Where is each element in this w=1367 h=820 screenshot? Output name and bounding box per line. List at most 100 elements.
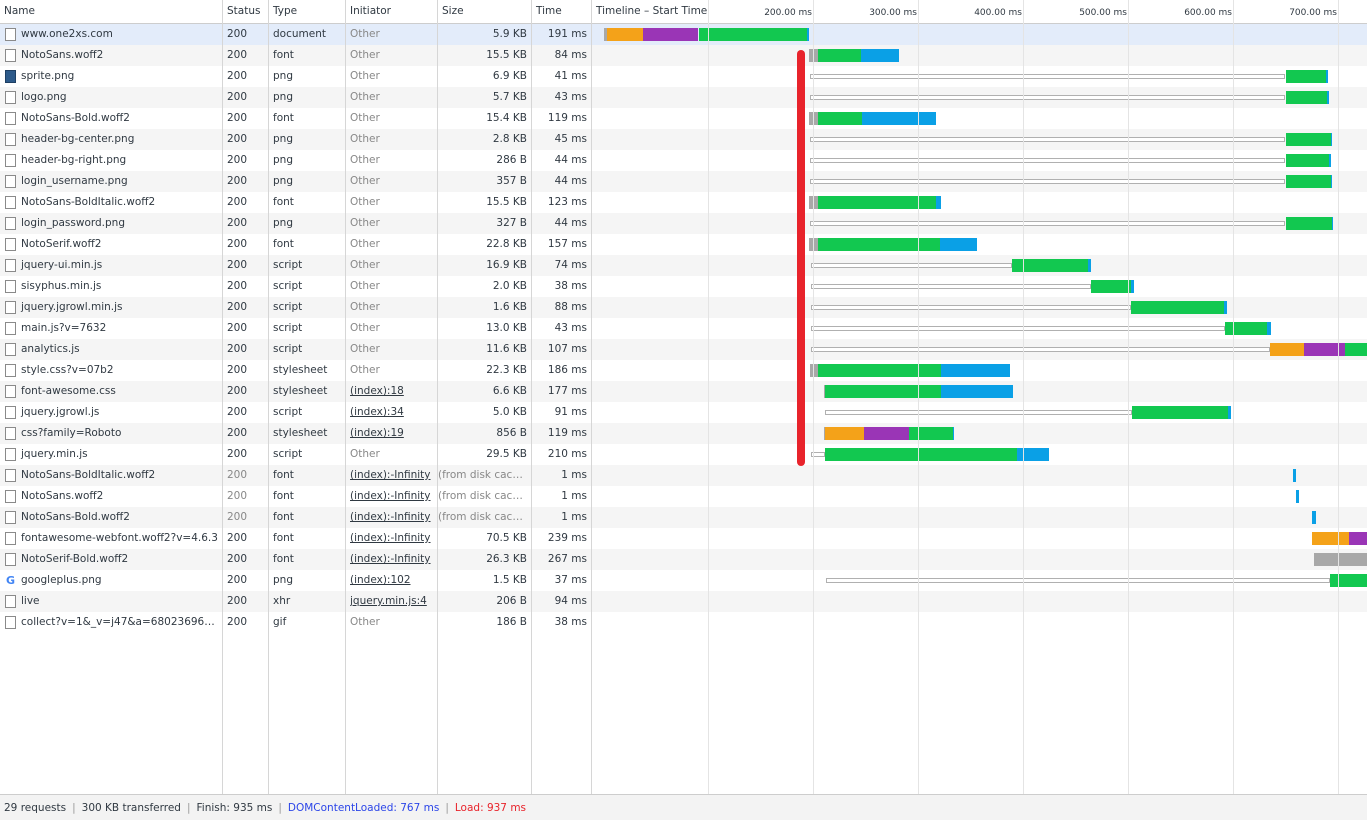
table-row[interactable]: NotoSerif.woff2 200 font Other 22.8 KB 157 ms (0, 234, 1367, 255)
column-header-type[interactable]: Type (269, 0, 345, 23)
waterfall-bar[interactable] (0, 591, 1367, 612)
column-header-name[interactable]: Name (0, 0, 222, 23)
timeline-gridline (813, 0, 814, 794)
table-row[interactable]: logo.png 200 png Other 5.7 KB 43 ms (0, 87, 1367, 108)
waterfall-dl-segment (940, 238, 977, 251)
waterfall-queue-segment (811, 284, 1091, 289)
column-header-initiator[interactable]: Initiator (346, 0, 437, 23)
waterfall-bar[interactable] (0, 339, 1367, 360)
column-header-status[interactable]: Status (223, 0, 268, 23)
table-row[interactable]: jquery.min.js 200 script Other 29.5 KB 210 ms (0, 444, 1367, 465)
waterfall-bar[interactable] (0, 297, 1367, 318)
waterfall-dl-segment (1329, 154, 1331, 167)
waterfall-bar[interactable] (0, 528, 1367, 549)
waterfall-bar[interactable] (0, 486, 1367, 507)
waterfall-ttfb-segment (818, 112, 862, 125)
waterfall-bar[interactable] (0, 255, 1367, 276)
waterfall-bar[interactable] (0, 192, 1367, 213)
waterfall-bar[interactable] (0, 549, 1367, 570)
table-row[interactable]: css?family=Roboto 200 stylesheet (index):19… (0, 423, 1367, 444)
waterfall-bar[interactable] (0, 612, 1367, 633)
waterfall-bar[interactable] (0, 276, 1367, 297)
waterfall-bar[interactable] (0, 444, 1367, 465)
waterfall-dl-segment (861, 49, 899, 62)
waterfall-bar[interactable] (0, 108, 1367, 129)
table-row[interactable]: NotoSans.woff2 200 font (index):-Infinity (f… (0, 486, 1367, 507)
timeline-gridline (1128, 0, 1129, 794)
waterfall-bar[interactable] (0, 45, 1367, 66)
waterfall-dl-segment (1017, 448, 1049, 461)
column-header-size[interactable]: Size (438, 0, 531, 23)
waterfall-bar[interactable] (0, 381, 1367, 402)
waterfall-bar[interactable] (0, 150, 1367, 171)
timeline-gridline (1338, 0, 1339, 794)
waterfall-bar[interactable] (0, 213, 1367, 234)
waterfall-dl-segment (936, 196, 941, 209)
table-row[interactable]: Ggoogleplus.png 200 png (index):102 1.5 KB 37… (0, 570, 1367, 591)
table-row[interactable]: login_password.png 200 png Other 327 B 44 ms (0, 213, 1367, 234)
waterfall-dl-segment (1293, 469, 1296, 482)
waterfall-bar[interactable] (0, 87, 1367, 108)
waterfall-bar[interactable] (0, 234, 1367, 255)
network-table-header: Name Status Type Initiator Size Time Tim… (0, 0, 1367, 24)
table-row[interactable]: header-bg-center.png 200 png Other 2.8 KB 45 … (0, 129, 1367, 150)
table-row[interactable]: NotoSans-BoldItalic.woff2 200 font (index):… (0, 465, 1367, 486)
table-row[interactable]: analytics.js 200 script Other 11.6 KB 107 ms (0, 339, 1367, 360)
column-divider (222, 0, 223, 794)
table-row[interactable]: NotoSans-Bold.woff2 200 font Other 15.4 KB 11… (0, 108, 1367, 129)
table-row[interactable]: NotoSans-Bold.woff2 200 font (index):-Infin… (0, 507, 1367, 528)
table-row[interactable]: jquery-ui.min.js 200 script Other 16.9 KB 74 … (0, 255, 1367, 276)
waterfall-dl-segment (807, 28, 809, 41)
waterfall-bar[interactable] (0, 507, 1367, 528)
network-panel: Name Status Type Initiator Size Time Tim… (0, 0, 1367, 794)
summary-domcontentloaded: DOMContentLoaded: 767 ms (287, 802, 440, 814)
table-row[interactable]: NotoSans.woff2 200 font Other 15.5 KB 84 ms (0, 45, 1367, 66)
table-row[interactable]: sisyphus.min.js 200 script Other 2.0 KB 38 ms (0, 276, 1367, 297)
waterfall-dl-segment (1296, 490, 1299, 503)
table-row[interactable]: fontawesome-webfont.woff2?v=4.6.3 200 font… (0, 528, 1367, 549)
waterfall-bar[interactable] (0, 66, 1367, 87)
waterfall-bar[interactable] (0, 570, 1367, 591)
waterfall-dns-segment (825, 427, 864, 440)
timeline-gridline (1233, 0, 1234, 794)
table-row[interactable]: login_username.png 200 png Other 357 B 44 ms (0, 171, 1367, 192)
waterfall-dl-segment (1326, 70, 1328, 83)
waterfall-dl-segment (941, 385, 1013, 398)
table-row[interactable]: header-bg-right.png 200 png Other 286 B 44 ms (0, 150, 1367, 171)
column-header-time[interactable]: Time (532, 0, 591, 23)
waterfall-ttfb-segment (1131, 301, 1224, 314)
waterfall-ttfb-segment (818, 364, 941, 377)
table-row[interactable]: jquery.jgrowl.min.js 200 script Other 1.6 KB… (0, 297, 1367, 318)
waterfall-bar[interactable] (0, 24, 1367, 45)
waterfall-ssl-segment (864, 427, 909, 440)
waterfall-ttfb-segment (699, 28, 807, 41)
waterfall-dl-segment (1332, 217, 1333, 230)
table-row[interactable]: collect?v=1&_v=j47&a=680236966&t... 200 gi… (0, 612, 1367, 633)
table-row[interactable]: live 200 xhr jquery.min.js:4 206 B 94 ms (0, 591, 1367, 612)
timeline-gridline (708, 0, 709, 794)
column-header-timeline[interactable]: Timeline – Start Time (592, 0, 712, 23)
table-row[interactable]: sprite.png 200 png Other 6.9 KB 41 ms (0, 66, 1367, 87)
waterfall-bar[interactable] (0, 465, 1367, 486)
waterfall-queue-segment (811, 305, 1131, 310)
timeline-tick-label: 700.00 ms (1289, 8, 1337, 18)
waterfall-queue-segment (810, 137, 1285, 142)
table-row[interactable]: style.css?v=07b2 200 stylesheet Other 22.3 K… (0, 360, 1367, 381)
timeline-tick-label: 300.00 ms (869, 8, 917, 18)
table-row[interactable]: www.one2xs.com 200 document Other 5.9 KB 191 … (0, 24, 1367, 45)
waterfall-bar[interactable] (0, 171, 1367, 192)
timeline-gridline (1023, 0, 1024, 794)
waterfall-bar[interactable] (0, 318, 1367, 339)
waterfall-bar[interactable] (0, 402, 1367, 423)
table-row[interactable]: main.js?v=7632 200 script Other 13.0 KB 43 ms (0, 318, 1367, 339)
waterfall-dns-segment (607, 28, 643, 41)
table-row[interactable]: NotoSerif-Bold.woff2 200 font (index):-Infi… (0, 549, 1367, 570)
table-row[interactable]: jquery.jgrowl.js 200 script (index):34 5.0 K… (0, 402, 1367, 423)
waterfall-dl-segment (1331, 175, 1332, 188)
table-row[interactable]: NotoSans-BoldItalic.woff2 200 font Other 15.… (0, 192, 1367, 213)
waterfall-bar[interactable] (0, 423, 1367, 444)
waterfall-bar[interactable] (0, 129, 1367, 150)
waterfall-dl-segment (1228, 406, 1231, 419)
waterfall-bar[interactable] (0, 360, 1367, 381)
table-row[interactable]: font-awesome.css 200 stylesheet (index):18 6… (0, 381, 1367, 402)
